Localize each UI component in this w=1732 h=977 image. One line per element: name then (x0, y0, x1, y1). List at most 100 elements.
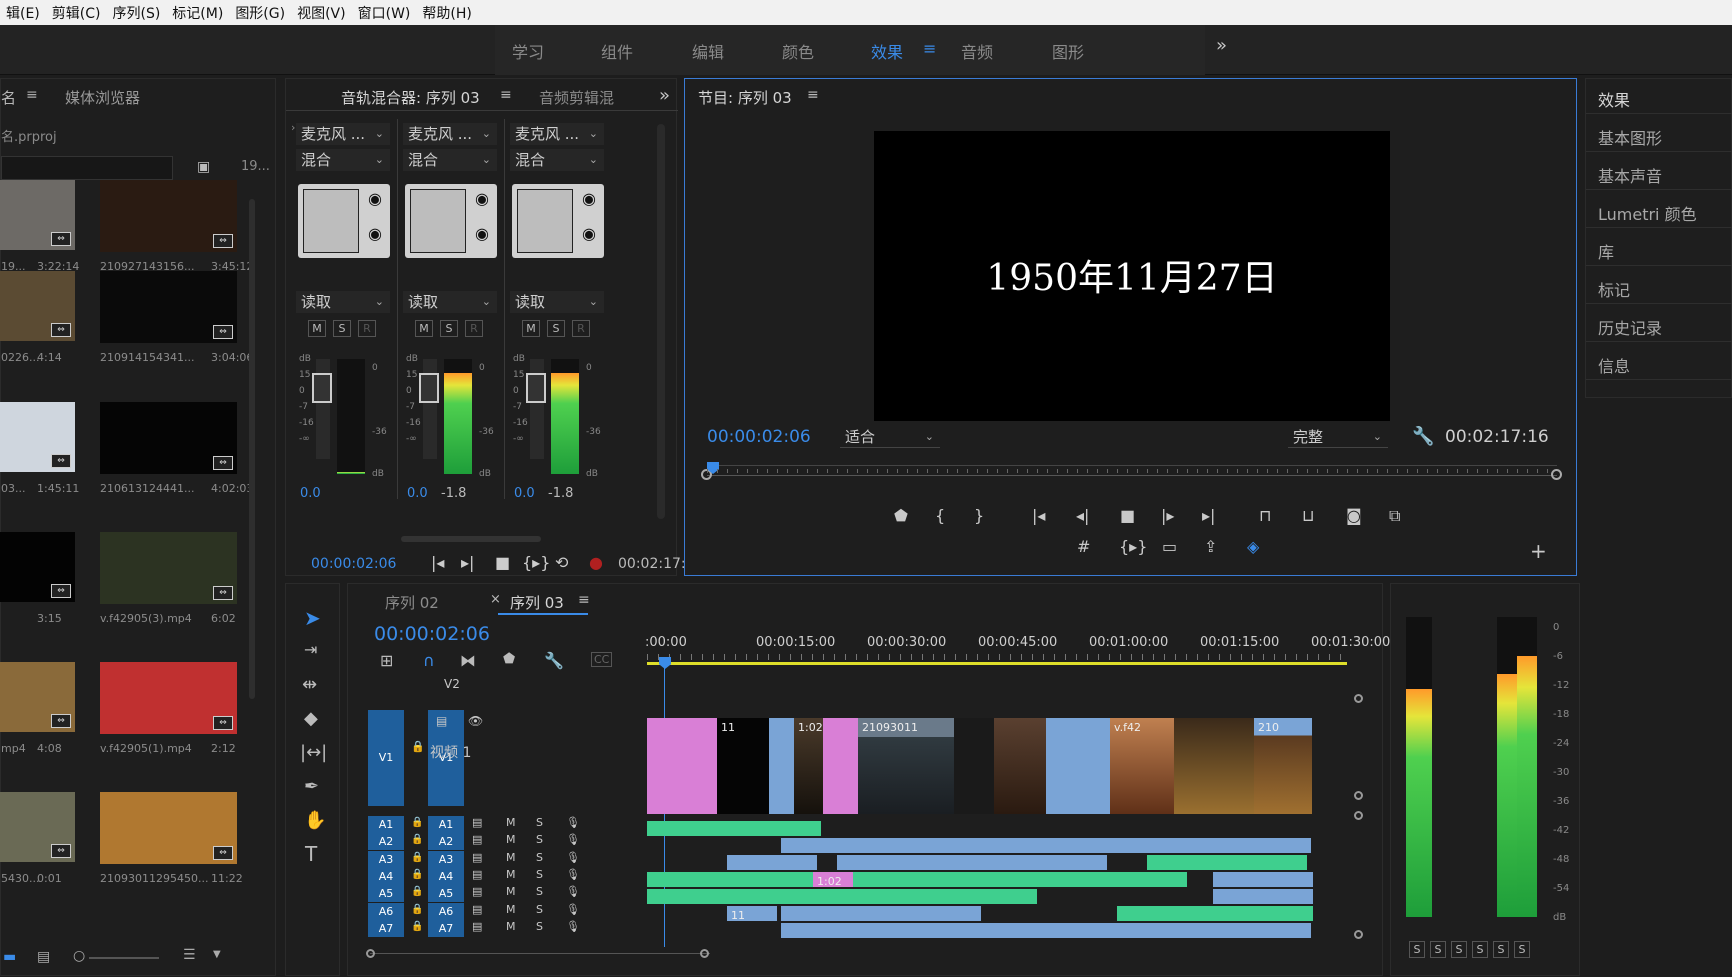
workspace-menu-icon[interactable]: ≡ (923, 39, 936, 58)
panel-item[interactable]: 基本图形 (1598, 125, 1662, 149)
solo-button[interactable]: S (440, 320, 458, 337)
media-browser-tab[interactable]: 媒体浏览器 (65, 87, 140, 108)
knob-icon[interactable]: ◉ (582, 189, 596, 208)
track-target-audio[interactable]: A2 (428, 833, 464, 851)
automation-dropdown[interactable]: 读取 ⌄ (403, 291, 497, 313)
knob-icon[interactable]: ◉ (368, 224, 382, 243)
camera-icon[interactable]: ◙ (1346, 506, 1362, 525)
record-button[interactable]: R (358, 320, 376, 337)
clip-thumbnail[interactable]: ⇔ (100, 792, 237, 864)
mixer-hscroll[interactable] (401, 536, 541, 542)
sort-icon[interactable]: ☰ (183, 947, 196, 963)
mute-button[interactable]: M (522, 320, 540, 337)
solo-button[interactable]: S (1430, 941, 1446, 958)
solo-track-button[interactable]: S (536, 816, 543, 829)
audio-clip[interactable] (781, 838, 1311, 853)
a-zoom-handle[interactable] (1354, 811, 1363, 820)
panner[interactable]: ◉ ◉ (512, 184, 604, 258)
stop-icon[interactable]: ■ (495, 553, 510, 572)
time-ruler[interactable] (707, 465, 1557, 466)
voiceover-record-icon[interactable]: 🎙 (566, 851, 580, 864)
tab-sequence-02[interactable]: 序列 02 (385, 592, 439, 613)
workspace-tab[interactable]: 组件 (601, 39, 633, 63)
clip-thumbnail[interactable]: ⇔ (0, 180, 75, 250)
loop-icon[interactable]: ⟲ (555, 553, 568, 572)
voiceover-record-icon[interactable]: 🎙 (566, 868, 580, 881)
video-clip[interactable] (954, 718, 994, 814)
track-target-audio[interactable]: A3 (428, 850, 464, 868)
panel-item[interactable]: 历史记录 (1598, 315, 1662, 339)
workspace-tab[interactable]: 学习 (512, 39, 544, 63)
clip-thumbnail[interactable]: ⇔ (100, 532, 237, 604)
audio-clip[interactable] (1147, 855, 1307, 870)
mute-track-button[interactable]: M (506, 868, 516, 881)
menu-item[interactable]: 窗口(W) (352, 3, 417, 23)
tab-menu-icon[interactable]: ≡ (26, 87, 38, 103)
solo-track-button[interactable]: S (536, 868, 543, 881)
tab-menu-icon[interactable]: ≡ (578, 592, 590, 608)
sync-lock-icon[interactable]: ▤ (472, 833, 482, 846)
video-clip[interactable] (823, 718, 858, 814)
audio-clip[interactable] (647, 872, 1187, 887)
workspace-tab[interactable]: 图形 (1052, 39, 1084, 63)
clip-thumbnail[interactable]: ⇔ (100, 271, 237, 343)
new-bin-icon[interactable]: ▣ (197, 159, 210, 175)
solo-track-button[interactable]: S (536, 920, 543, 933)
audio-clip[interactable] (1117, 906, 1313, 921)
workspace-tab[interactable]: 编辑 (692, 39, 724, 63)
volume-value[interactable]: 0.0 (514, 486, 535, 501)
track-target-audio[interactable]: A6 (428, 902, 464, 920)
project-tab[interactable]: 名 (1, 87, 16, 108)
track-target-audio[interactable]: A1 (428, 816, 464, 833)
slip-icon[interactable]: |↔| (300, 742, 327, 763)
pan-pad[interactable] (410, 189, 466, 253)
go-to-in-icon[interactable]: |◂ (431, 553, 444, 572)
mute-track-button[interactable]: M (506, 903, 516, 916)
video-clip[interactable]: v.f42 (1110, 718, 1174, 814)
video-clip[interactable]: 11 (717, 718, 769, 814)
lock-icon[interactable]: 🔒 (411, 886, 423, 897)
audio-mixer-tab[interactable]: 音轨混合器: 序列 03 (341, 87, 480, 108)
close-icon[interactable]: × (490, 592, 501, 607)
fit-dropdown[interactable]: 适合 ⌄ (840, 426, 940, 448)
fader-knob[interactable] (312, 373, 332, 403)
source-patch-v1[interactable]: V1 (368, 710, 404, 806)
fader-knob[interactable] (419, 373, 439, 403)
ripple-edit-icon[interactable]: ⇹ (302, 674, 317, 695)
lock-icon[interactable]: 🔒 (411, 921, 423, 932)
volume-value[interactable]: 0.0 (300, 486, 321, 501)
extract-icon[interactable]: ⊔ (1302, 506, 1314, 525)
clip-thumbnail[interactable]: ⇔ (0, 271, 75, 341)
list-view-icon[interactable]: ▬ (3, 949, 16, 965)
source-patch-audio[interactable]: A1 (368, 816, 404, 833)
more-tabs-icon[interactable]: » (659, 85, 670, 106)
voiceover-record-icon[interactable]: 🎙 (566, 920, 580, 933)
audio-clip[interactable] (781, 906, 981, 921)
pan-pad[interactable] (303, 189, 359, 253)
lock-icon[interactable]: 🔒 (411, 834, 423, 845)
knob-icon[interactable]: ◉ (582, 224, 596, 243)
mode-dropdown[interactable]: 混合 ⌄ (403, 149, 497, 171)
source-patch-audio[interactable]: A7 (368, 919, 404, 937)
lock-icon[interactable]: 🔒 (411, 852, 423, 863)
stop-icon[interactable]: ■ (1120, 506, 1135, 525)
mute-track-button[interactable]: M (506, 816, 516, 829)
timeline-timecode[interactable]: 00:00:02:06 (374, 623, 490, 645)
mode-dropdown[interactable]: 混合 ⌄ (510, 149, 604, 171)
lock-icon[interactable]: 🔒 (411, 904, 423, 915)
audio-clip[interactable]: 11 (727, 906, 777, 921)
tab-menu-icon[interactable]: ≡ (500, 87, 512, 103)
trim-icon[interactable]: {▸} (1119, 537, 1147, 556)
panel-item[interactable]: 信息 (1598, 353, 1630, 377)
solo-button[interactable]: S (1493, 941, 1509, 958)
mute-button[interactable]: M (308, 320, 326, 337)
mixer-timecode[interactable]: 00:00:02:06 (311, 556, 396, 572)
source-patch-audio[interactable]: A6 (368, 902, 404, 920)
input-dropdown[interactable]: 麦克风 ... ⌄ (403, 123, 497, 145)
audio-clip[interactable] (647, 821, 821, 836)
mute-button[interactable]: M (415, 320, 433, 337)
step-back-icon[interactable]: ◂| (1076, 506, 1089, 525)
workspace-tab[interactable]: 效果 (871, 39, 903, 63)
input-dropdown[interactable]: 麦克风 ... ⌄ (510, 123, 604, 145)
hand-icon[interactable]: ✋ (304, 810, 326, 831)
